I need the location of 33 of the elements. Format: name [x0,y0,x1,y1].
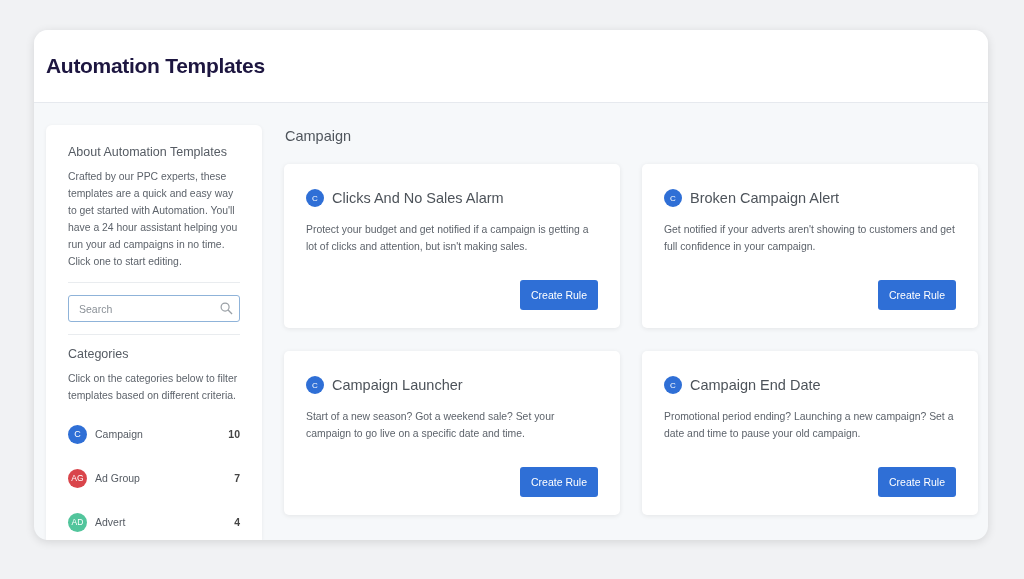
about-title: About Automation Templates [68,145,228,159]
category-badge: C [68,424,87,444]
card-description: Promotional period ending? Launching a new campaign? Set a date and time to pause your old campaign. [664,410,955,441]
create-rule-button[interactable]: Create Rule [519,280,598,310]
category-count: 7 [234,472,240,484]
create-rule-button[interactable]: Create Rule [877,280,956,310]
card-title: Campaign End Date [690,377,821,393]
card-badge: C [664,376,682,394]
category-link[interactable]: Ad Group [95,472,235,484]
card-title: Clicks And No Sales Alarm [332,190,504,206]
section-title: Campaign [285,128,353,144]
card-description: Protect your budget and get notified if a campaign is getting a lot of clicks and attention, but isn't making sales. [306,223,590,254]
category-badge: AG [68,468,87,488]
card-description: Get notified if your adverts aren't showing to customers and get full confidence in your campaign. [664,223,956,254]
categories-text: Click on the categories below to filter templates based on different criteria. [68,372,239,403]
create-rule-button[interactable]: Create Rule [877,467,956,497]
search-field[interactable]: Search [68,295,240,322]
category-link[interactable]: Campaign [95,428,229,440]
categories-title: Categories [68,347,130,361]
category-count: 10 [228,428,240,440]
card-title: Broken Campaign Alert [690,190,840,206]
create-rule-button[interactable]: Create Rule [519,467,598,497]
category-link[interactable]: Advert [95,516,235,528]
category-count: 4 [234,516,240,528]
card-badge: C [664,189,682,207]
card-title: Campaign Launcher [332,377,463,393]
card-description: Start of a new season? Got a weekend sale? Set your campaign to go live on a specific date and time. [306,410,556,441]
about-text: Crafted by our PPC experts, these templates are a quick and easy way to get started with Automation. You'll have a 24 hour assistant helping you run your ad campaigns in no time. Click one to start editing. [68,170,239,269]
window-title: Automation Templates [46,54,265,78]
card-badge: C [306,376,324,394]
card-badge: C [306,189,324,207]
category-badge: AD [68,512,87,532]
search-icon [220,302,233,315]
